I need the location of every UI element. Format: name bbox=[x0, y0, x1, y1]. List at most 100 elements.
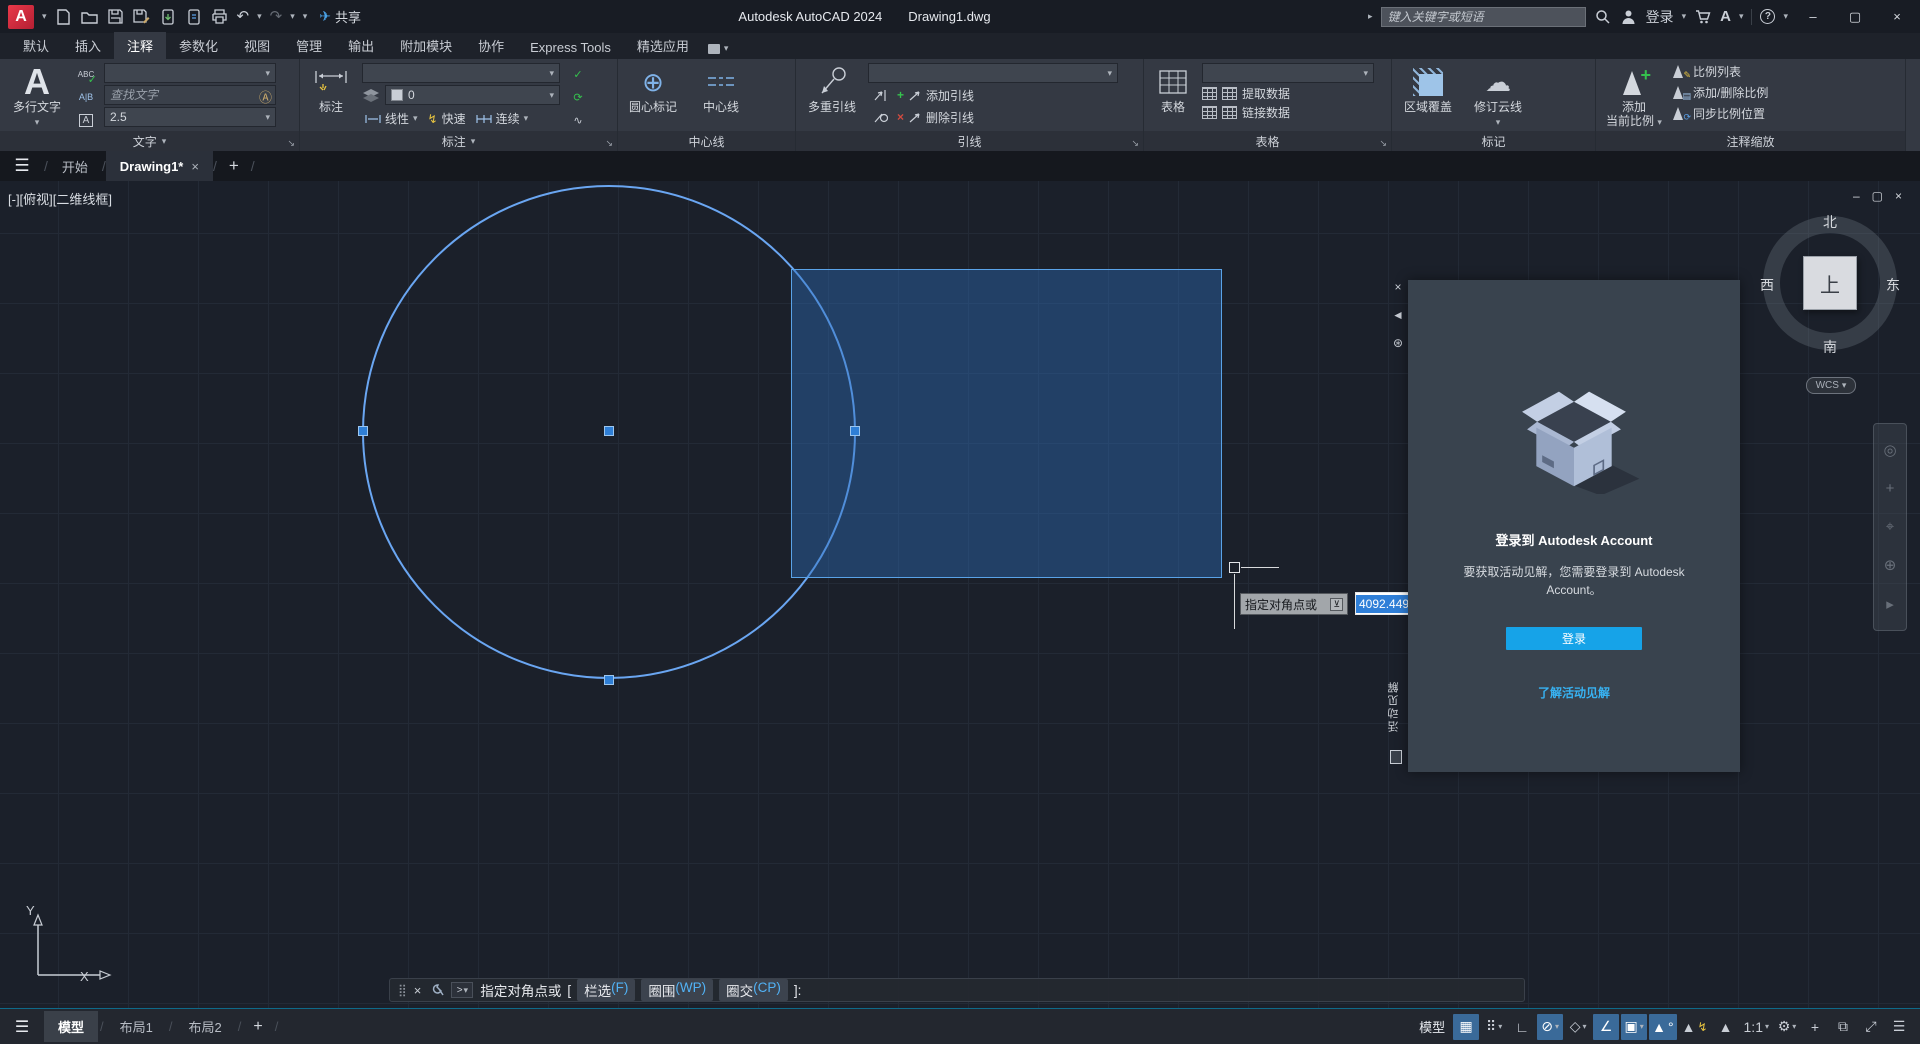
link-data-button[interactable]: 链接数据 bbox=[1202, 104, 1374, 121]
dim-dialog-launcher-icon[interactable]: ↘ bbox=[605, 138, 613, 149]
new-drawing-button[interactable]: + bbox=[217, 151, 251, 181]
text-style-combo[interactable]: ▾ bbox=[104, 63, 276, 83]
linear-dim-button[interactable]: 线性 ▾ bbox=[362, 109, 421, 128]
account-panel-properties-icon[interactable]: ⊛ bbox=[1388, 336, 1408, 350]
redo-icon[interactable]: ↷ bbox=[270, 9, 283, 24]
extract-data-button[interactable]: 提取数据 bbox=[1202, 85, 1374, 102]
viewcube-north[interactable]: 北 bbox=[1823, 212, 1837, 232]
customization-gear-button[interactable]: ⚙ ▾ bbox=[1774, 1014, 1800, 1040]
app-menu-caret-icon[interactable]: ▾ bbox=[42, 11, 47, 22]
tab-manage[interactable]: 管理 bbox=[283, 32, 335, 59]
model-space-button[interactable]: 模型 bbox=[1413, 1017, 1451, 1036]
dynamic-input-more-icon[interactable]: ⊻ bbox=[1330, 598, 1343, 611]
grip-quadrant-right[interactable] bbox=[850, 426, 860, 436]
text-height-combo[interactable]: 2.5 ▾ bbox=[104, 107, 276, 127]
wipeout-button[interactable]: 区域覆盖 bbox=[1398, 63, 1458, 115]
transfer-swap-icon[interactable] bbox=[185, 8, 203, 26]
mleader-style-combo[interactable]: ▾ bbox=[868, 63, 1118, 83]
orbit-icon[interactable]: ⊕ bbox=[1884, 556, 1897, 574]
mtext-button[interactable]: A 多行文字 ▾ bbox=[6, 63, 68, 128]
account-panel-autohide-icon[interactable]: ◄ bbox=[1388, 308, 1408, 322]
app-store-cart-icon[interactable] bbox=[1694, 8, 1712, 26]
dim-jog-button[interactable]: ∿ bbox=[566, 110, 590, 130]
tab-addins[interactable]: 附加模块 bbox=[387, 32, 465, 59]
text-style-button[interactable]: A bbox=[74, 110, 98, 130]
save-as-icon[interactable] bbox=[133, 8, 151, 26]
zoom-icon[interactable]: ⌖ bbox=[1886, 518, 1894, 535]
redo-caret-icon[interactable]: ▾ bbox=[290, 11, 295, 22]
tab-express-tools[interactable]: Express Tools bbox=[517, 36, 624, 59]
clean-screen-button[interactable]: ⤢ bbox=[1858, 1014, 1884, 1040]
autodesk-app-icon[interactable]: A bbox=[1720, 8, 1731, 25]
text-align-button[interactable]: A|B bbox=[74, 87, 98, 107]
maximize-button[interactable]: ▢ bbox=[1838, 4, 1872, 30]
crosshair-plus-button[interactable]: + bbox=[1802, 1014, 1828, 1040]
annotation-scale-icon-button[interactable]: ▲ bbox=[1713, 1014, 1739, 1040]
ribbon-display-toggle[interactable]: ▾ bbox=[708, 43, 729, 59]
add-leader-button[interactable]: + 添加引线 bbox=[897, 87, 974, 104]
polar-tracking-toggle[interactable]: ⊘ ▾ bbox=[1537, 1014, 1563, 1040]
tab-start[interactable]: 开始 bbox=[48, 151, 102, 181]
table-style-combo[interactable]: ▾ bbox=[1202, 63, 1374, 83]
viewcube-top-face[interactable]: 上 bbox=[1803, 256, 1857, 310]
help-search-input[interactable] bbox=[1381, 7, 1586, 27]
auto-scale-toggle[interactable]: ▲↯ bbox=[1679, 1014, 1711, 1040]
grid-toggle[interactable]: ▦ bbox=[1453, 1014, 1479, 1040]
ortho-toggle[interactable]: ∟ bbox=[1509, 1014, 1535, 1040]
leader-dialog-launcher-icon[interactable]: ↘ bbox=[1131, 138, 1139, 149]
tab-default[interactable]: 默认 bbox=[10, 32, 62, 59]
leader-align-button[interactable] bbox=[868, 85, 892, 105]
transfer-down-icon[interactable] bbox=[159, 8, 177, 26]
close-drawing-icon[interactable]: × bbox=[191, 159, 199, 174]
panel-label-centerline[interactable]: 中心线 bbox=[618, 131, 795, 151]
close-button[interactable]: × bbox=[1880, 4, 1914, 30]
share-button[interactable]: ✈ 共享 bbox=[319, 7, 361, 26]
grip-center[interactable] bbox=[604, 426, 614, 436]
find-text-input[interactable] bbox=[104, 85, 276, 105]
app-logo[interactable]: A bbox=[8, 5, 34, 29]
search-expand-icon[interactable]: ▸ bbox=[1368, 11, 1373, 22]
grip-quadrant-left[interactable] bbox=[358, 426, 368, 436]
learn-insights-link[interactable]: 了解活动见解 bbox=[1538, 684, 1610, 701]
pan-icon[interactable]: + bbox=[1886, 480, 1895, 497]
viewcube[interactable]: 北 南 西 东 上 bbox=[1758, 211, 1902, 355]
layout-menu-icon[interactable]: ☰ bbox=[0, 1017, 44, 1037]
table-button[interactable]: 表格 bbox=[1150, 63, 1196, 115]
drawing-restore-icon[interactable]: ▢ bbox=[1872, 189, 1883, 203]
annotation-visibility-toggle[interactable]: ▲° bbox=[1649, 1014, 1676, 1040]
add-current-scale-button[interactable]: + 添加 当前比例 ▾ bbox=[1602, 63, 1666, 129]
showmotion-icon[interactable]: ▸ bbox=[1886, 595, 1894, 613]
panel-label-table[interactable]: 表格 ↘ bbox=[1144, 131, 1391, 151]
spell-check-button[interactable]: ABC ✓ bbox=[74, 64, 98, 84]
minimize-button[interactable]: – bbox=[1796, 4, 1830, 30]
help-caret-icon[interactable]: ▾ bbox=[1783, 11, 1788, 22]
qat-customize-icon[interactable]: ▾ bbox=[303, 11, 308, 22]
dim-inspect-button[interactable]: ✓ bbox=[566, 64, 590, 84]
account-panel-close-icon[interactable]: × bbox=[1388, 280, 1408, 294]
command-grip-icon[interactable]: ⣿ bbox=[398, 983, 407, 997]
leader-collect-button[interactable] bbox=[868, 107, 892, 127]
dim-update-button[interactable]: ⟳ bbox=[566, 87, 590, 107]
drawing-close-icon[interactable]: × bbox=[1895, 189, 1902, 203]
command-close-icon[interactable]: × bbox=[414, 983, 422, 998]
save-icon[interactable] bbox=[107, 8, 125, 26]
tab-output[interactable]: 输出 bbox=[335, 32, 387, 59]
undo-icon[interactable]: ↶ bbox=[237, 9, 250, 24]
command-prompt-icon[interactable]: >▾ bbox=[451, 982, 473, 998]
viewcube-east[interactable]: 东 bbox=[1886, 275, 1900, 295]
dim-style-combo[interactable]: ▾ bbox=[362, 63, 560, 83]
isodraft-toggle[interactable]: ◇ ▾ bbox=[1565, 1014, 1591, 1040]
dimension-button[interactable]: 标注 bbox=[306, 63, 356, 115]
tab-featured-apps[interactable]: 精选应用 bbox=[624, 32, 702, 59]
snap-toggle[interactable]: ⠿ ▾ bbox=[1481, 1014, 1507, 1040]
object-snap-toggle[interactable]: ▣ ▾ bbox=[1621, 1014, 1647, 1040]
center-mark-button[interactable]: ⊕ 圆心标记 bbox=[624, 63, 682, 115]
signin-button[interactable]: 登录 bbox=[1506, 627, 1642, 650]
command-line[interactable]: ⣿ × >▾ 指定对角点或 [ 栏选(F) 圈围(WP) 圈交(CP) bbox=[389, 978, 1525, 1002]
tab-view[interactable]: 视图 bbox=[231, 32, 283, 59]
tab-insert[interactable]: 插入 bbox=[62, 32, 114, 59]
tab-annotate[interactable]: 注释 bbox=[114, 32, 166, 59]
text-dialog-launcher-icon[interactable]: ↘ bbox=[287, 138, 295, 149]
drawing-canvas[interactable]: [-][俯视][二维线框] – ▢ × 指定对角点或 ⊻ 4092.4497 bbox=[0, 181, 1920, 1008]
layout2-tab[interactable]: 布局2 bbox=[175, 1011, 236, 1042]
